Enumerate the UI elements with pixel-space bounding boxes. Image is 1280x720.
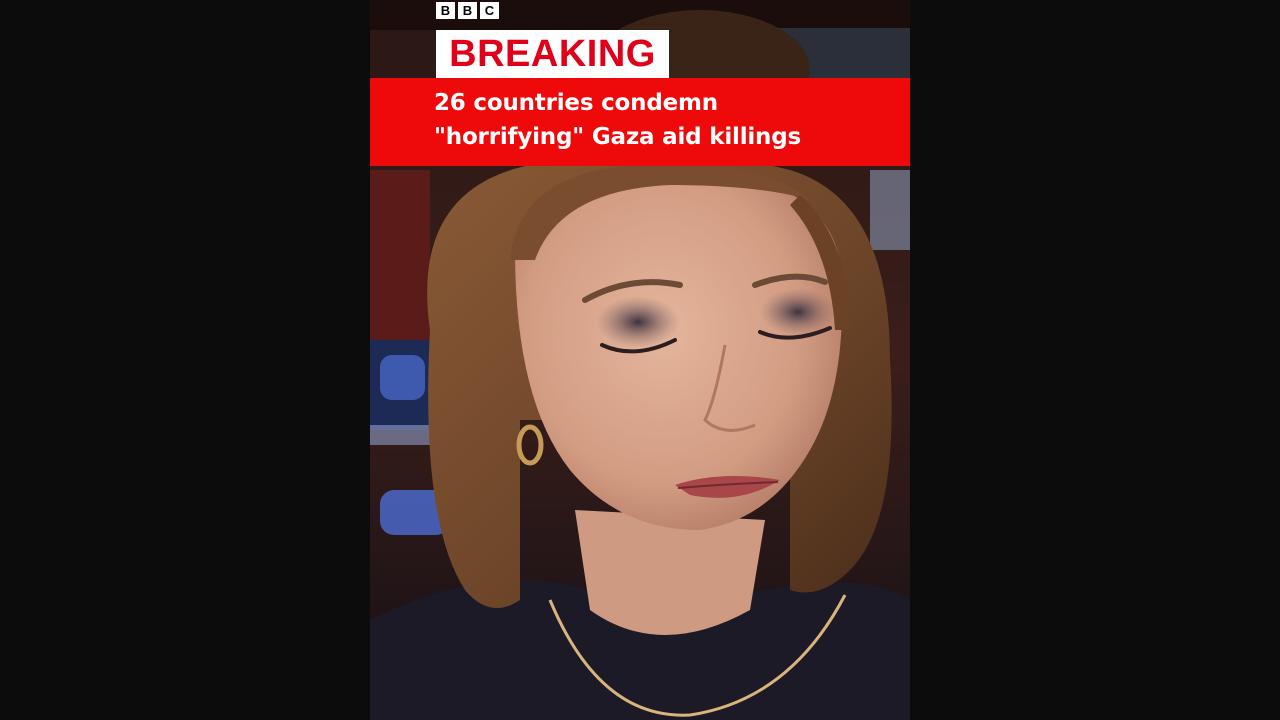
breaking-label: BREAKING — [449, 33, 656, 75]
logo-letter-c: C — [480, 2, 499, 19]
logo-letter-b1: B — [436, 2, 455, 19]
headline-line-2: "horrifying" Gaza aid killings — [434, 124, 801, 150]
headline-banner: 26 countries condemn "horrifying" Gaza a… — [370, 78, 910, 166]
breaking-label-box: BREAKING — [436, 30, 669, 78]
headline-line-1: 26 countries condemn — [434, 90, 718, 116]
video-player[interactable]: B B C BREAKING 26 countries condemn "hor… — [370, 0, 910, 720]
bbc-logo: B B C — [436, 2, 499, 19]
logo-letter-b2: B — [458, 2, 477, 19]
